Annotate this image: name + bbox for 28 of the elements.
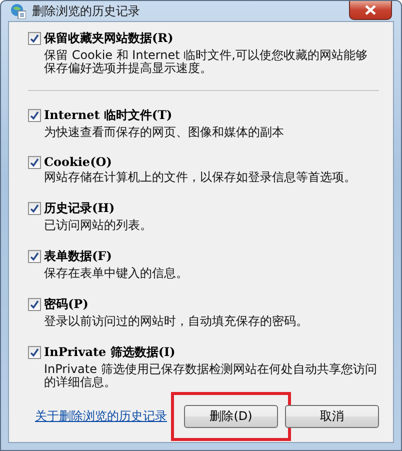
close-icon xyxy=(365,5,376,15)
close-button[interactable] xyxy=(349,1,392,20)
checkbox[interactable] xyxy=(28,250,41,263)
checkbox[interactable] xyxy=(28,156,41,168)
option-description: 为快速查看而保存的网页、图像和媒体的副本 xyxy=(44,126,285,139)
option-description: 网站存储在计算机上的文件，以保存如登录信息等首选项。 xyxy=(44,171,357,184)
checkbox[interactable] xyxy=(28,32,41,45)
checkbox[interactable] xyxy=(28,109,41,122)
option-label[interactable]: 保留收藏夹网站数据(R) xyxy=(44,30,174,47)
option-label[interactable]: 密码(P) xyxy=(44,296,88,313)
option-label[interactable]: 历史记录(H) xyxy=(44,200,115,217)
browser-icon xyxy=(10,3,26,19)
checkbox[interactable] xyxy=(28,346,41,359)
checkbox[interactable] xyxy=(28,298,41,311)
option-description: InPrivate 筛选使用已保存数据检测网站在何处自动共享您访问的详细信息。 xyxy=(44,363,378,389)
option-description: 保留 Cookie 和 Internet 临时文件,可以使您收藏的网站能够保存偏好选项并提高显示速度。 xyxy=(44,49,368,75)
option-description: 登录以前访问过的网站时，自动填充保存的密码。 xyxy=(44,315,309,328)
option-description: 已访问网站的列表。 xyxy=(44,219,153,232)
dialog-button[interactable]: 删除(D) xyxy=(184,405,278,428)
option-description: 保存在表单中键入的信息。 xyxy=(44,267,189,280)
option-label[interactable]: InPrivate 筛选数据(I) xyxy=(44,344,176,361)
option-label[interactable]: Internet 临时文件(T) xyxy=(44,107,172,124)
window-title: 删除浏览的历史记录 xyxy=(32,2,140,20)
dialog-button[interactable]: 取消 xyxy=(285,405,379,428)
option-label[interactable]: Cookie(O) xyxy=(44,155,112,169)
option-label[interactable]: 表单数据(F) xyxy=(44,248,112,265)
help-link[interactable]: 关于删除浏览的历史记录 xyxy=(35,408,167,425)
checkbox[interactable] xyxy=(28,202,41,215)
